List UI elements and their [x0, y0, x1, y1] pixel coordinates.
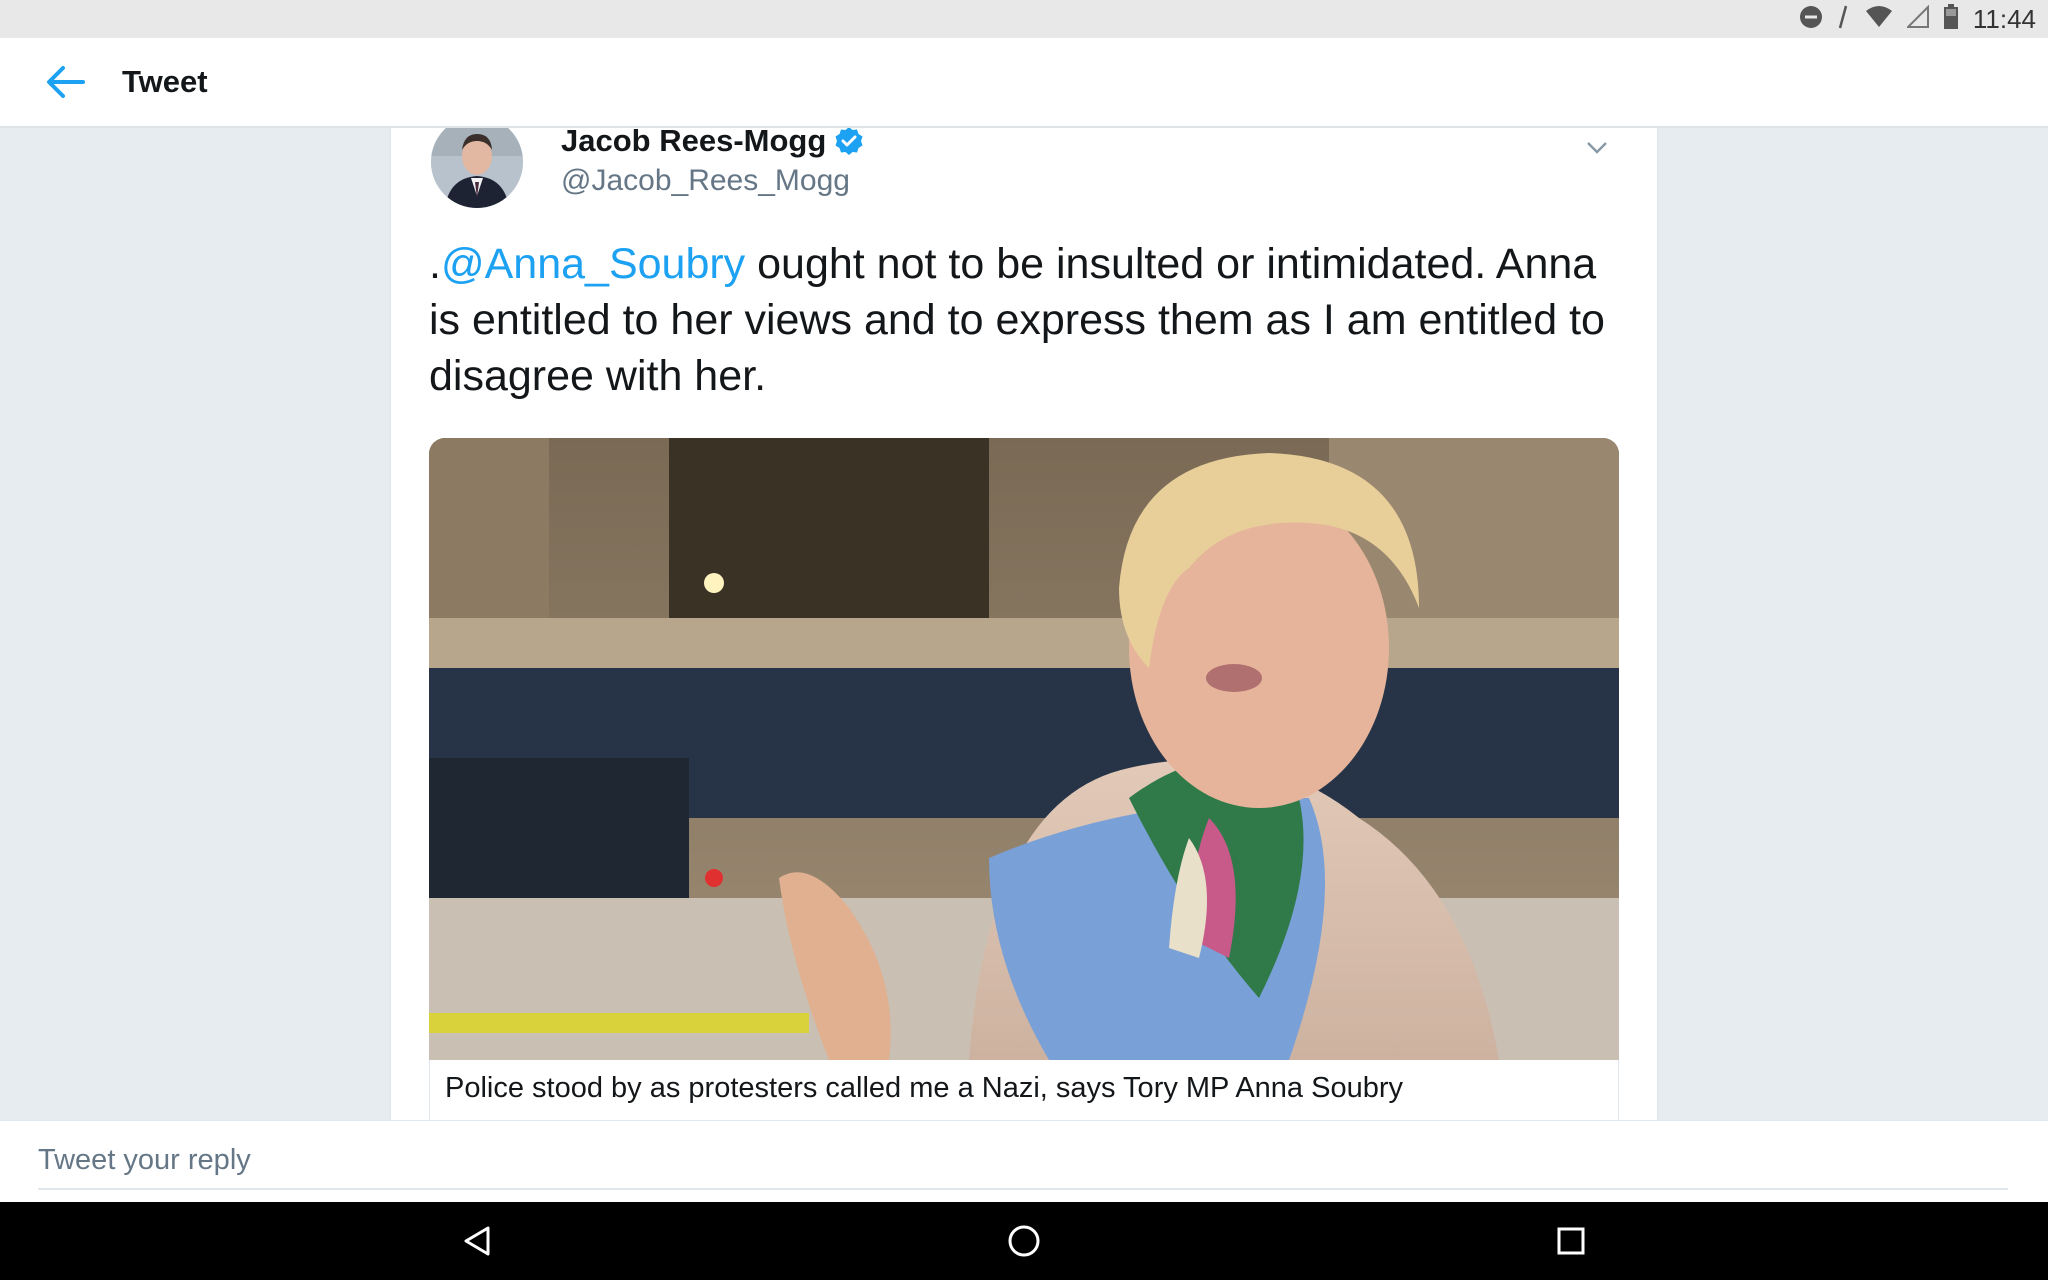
status-time: 11:44 [1972, 3, 2036, 34]
triangle-back-icon [464, 1226, 490, 1256]
verified-badge-icon [835, 128, 863, 155]
avatar[interactable] [431, 128, 523, 208]
reply-bar [0, 1120, 2048, 1202]
status-bar: 11:44 [0, 0, 2048, 38]
cell-signal-icon [1905, 4, 1929, 34]
circle-home-icon [1008, 1225, 1040, 1257]
system-nav-bar [0, 1202, 2048, 1280]
author-name-text: Jacob Rees-Mogg [561, 128, 827, 158]
author-name[interactable]: Jacob Rees-Mogg [561, 128, 864, 159]
page-title: Tweet [122, 64, 208, 99]
tweet-text: .@Anna_Soubry ought not to be insulted o… [429, 236, 1609, 404]
no-sim-icon [1837, 4, 1851, 35]
nav-home-button[interactable] [999, 1216, 1049, 1266]
back-button[interactable] [30, 47, 100, 117]
do-not-disturb-icon [1799, 5, 1823, 34]
battery-icon [1943, 3, 1959, 35]
author-handle[interactable]: @Jacob_Rees_Mogg [561, 164, 850, 198]
nav-recents-button[interactable] [1546, 1216, 1596, 1266]
chevron-down-icon [1587, 142, 1607, 154]
nav-back-button[interactable] [452, 1216, 502, 1266]
reply-input[interactable] [38, 1133, 2008, 1190]
tweet-menu-button[interactable] [1577, 128, 1617, 168]
tweet-media-image[interactable] [429, 438, 1619, 1060]
square-recents-icon [1557, 1227, 1585, 1255]
tweet-detail-scroll[interactable]: Jacob Rees-Mogg @Jacob_Rees_Mogg .@Anna_… [0, 128, 2048, 1120]
mention-link[interactable]: @Anna_Soubry [441, 240, 745, 288]
link-card[interactable]: Police stood by as protesters called me … [429, 1060, 1619, 1120]
tweet-card: Jacob Rees-Mogg @Jacob_Rees_Mogg .@Anna_… [390, 128, 1658, 1120]
arrow-left-icon [47, 66, 85, 98]
wifi-icon [1865, 5, 1893, 34]
tweet-text-prefix: . [429, 240, 441, 288]
app-bar: Tweet [0, 38, 2048, 128]
link-card-title: Police stood by as protesters called me … [445, 1072, 1404, 1104]
